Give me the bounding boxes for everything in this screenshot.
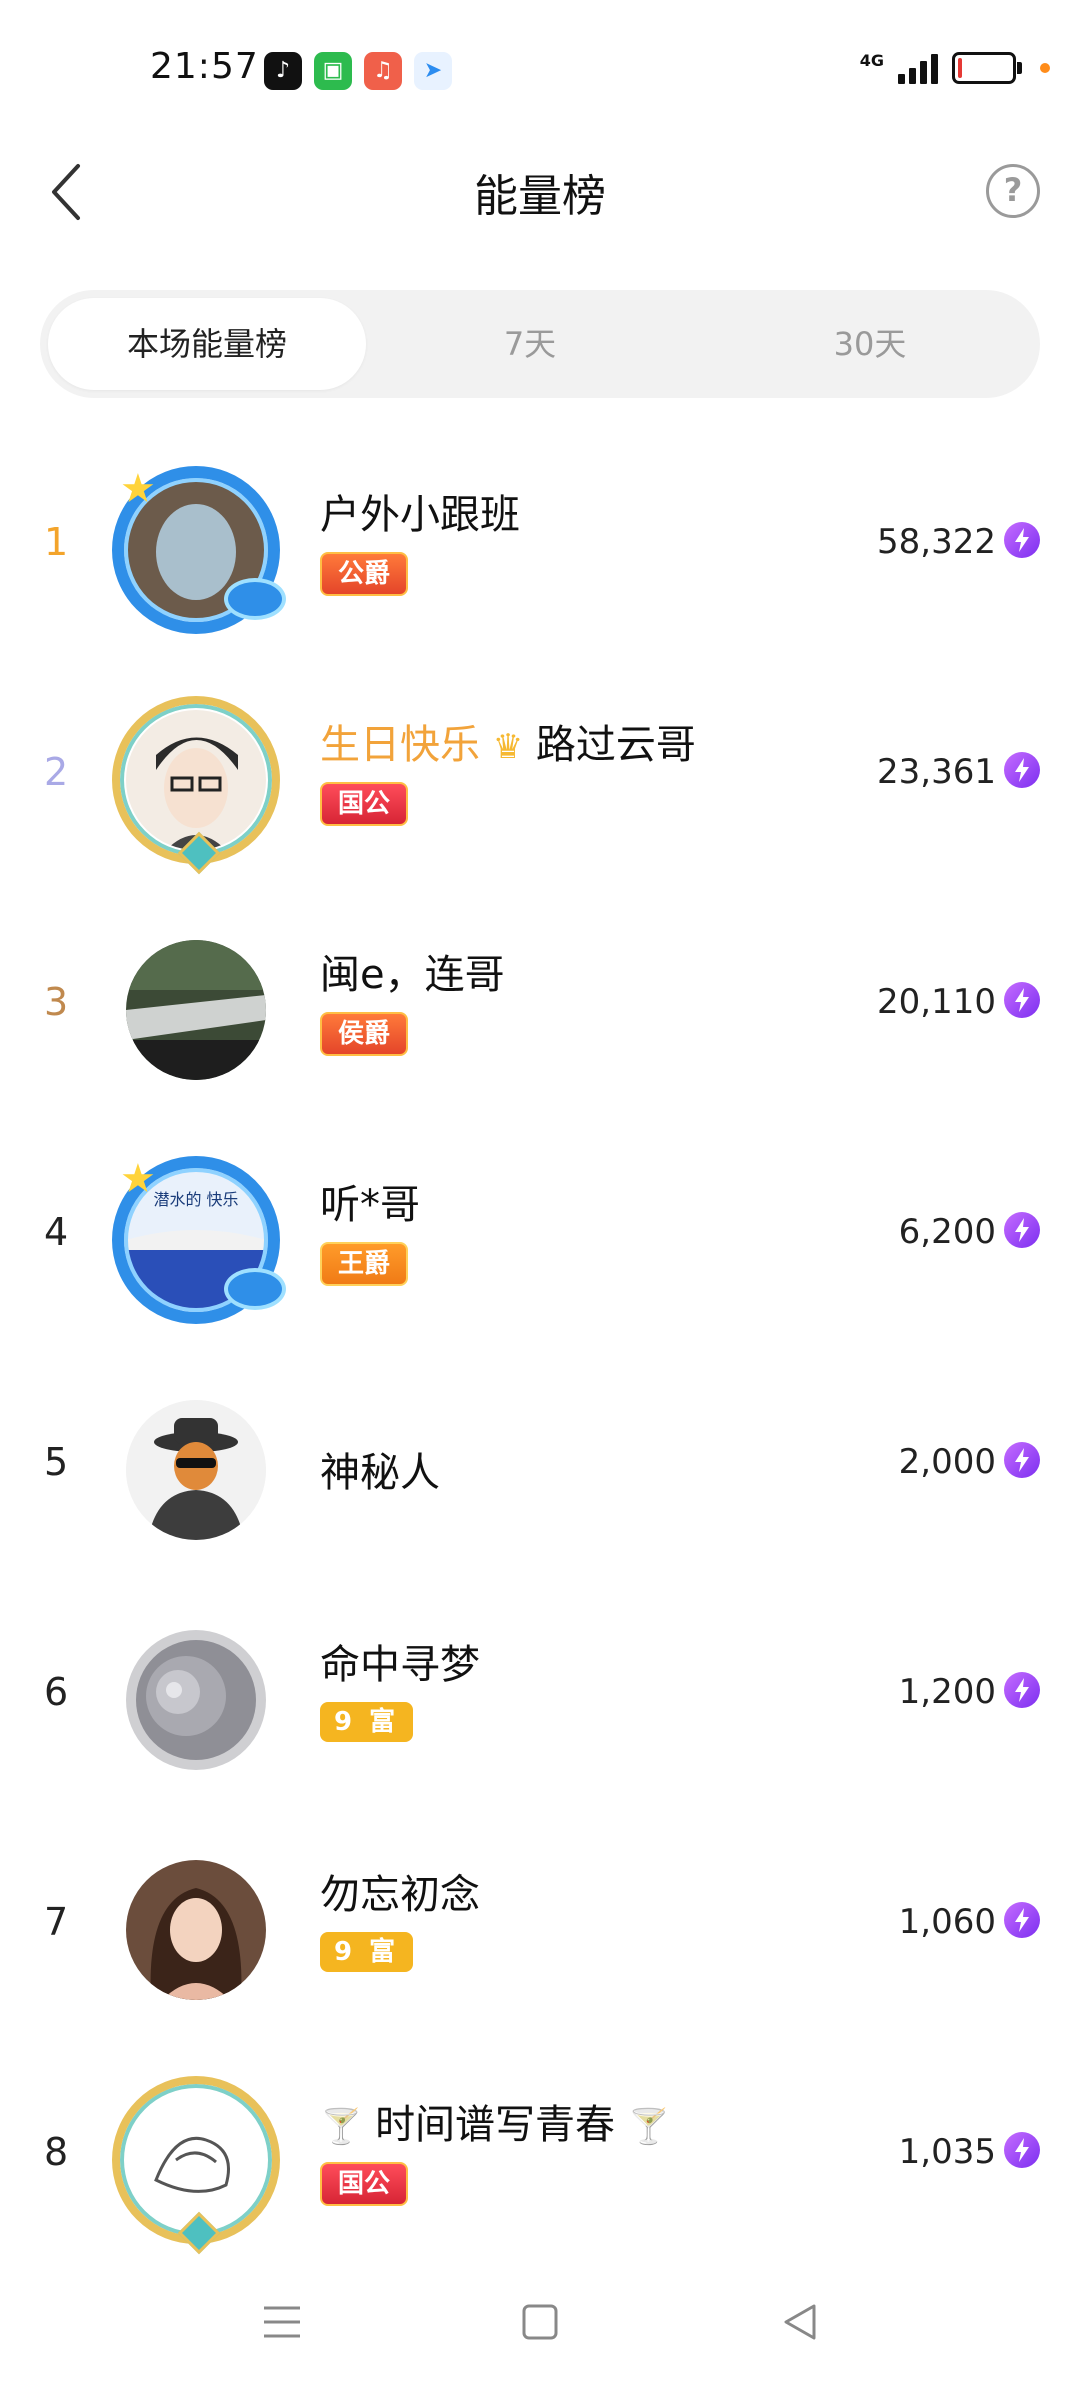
rank-number: 3 (44, 980, 69, 1024)
tiktok-icon: ♪ (264, 52, 302, 90)
rank-number: 7 (44, 1900, 69, 1944)
energy-score: 1,060 (898, 1902, 996, 1942)
lightning-icon (1004, 2132, 1040, 2168)
rank-number: 5 (44, 1440, 69, 1484)
status-indicators: 4G (860, 48, 1050, 88)
lightning-icon (1004, 1442, 1040, 1478)
name-prefix: 生日快乐 (320, 722, 480, 768)
user-name: 户外小跟班 (320, 492, 520, 538)
list-item[interactable]: 3 闽e，连哥 侯爵 20,110 (0, 890, 1080, 1120)
home-square-icon (522, 2304, 558, 2340)
list-item[interactable]: 4 潜水的 快乐 ★ 听*哥 王爵 6,200 (0, 1120, 1080, 1350)
list-item[interactable]: 2 生日快乐 ♛ 路过云哥 国公 23,361 (0, 660, 1080, 890)
avatar[interactable] (112, 696, 280, 875)
lightning-icon (1004, 1902, 1040, 1938)
user-name: 命中寻梦 (320, 1642, 480, 1688)
rank-number: 1 (44, 520, 69, 564)
planet-icon (224, 1268, 286, 1310)
rank-badge: 国公 (320, 782, 409, 826)
list-item[interactable]: 7 勿忘初念 9 富 1,060 (0, 1810, 1080, 2040)
rank-badge: 侯爵 (320, 1012, 409, 1056)
battery-icon (952, 52, 1022, 84)
help-icon: ? (1003, 171, 1023, 209)
notification-dot (1040, 63, 1050, 73)
avatar-image (126, 1630, 266, 1770)
menu-icon (264, 2306, 300, 2338)
lightning-icon (1004, 522, 1040, 558)
status-time: 21:57 (150, 46, 259, 87)
lightning-icon (1004, 982, 1040, 1018)
lightning-icon (1004, 1672, 1040, 1708)
shop-icon: ▣ (314, 52, 352, 90)
star-icon: ★ (120, 466, 156, 512)
system-nav-bar (0, 2250, 1080, 2400)
avatar[interactable] (112, 926, 280, 1094)
user-name: 勿忘初念 (320, 1872, 480, 1918)
energy-score: 58,322 (877, 522, 996, 562)
rank-number: 8 (44, 2130, 69, 2174)
ranking-tabs: 本场能量榜 7天 30天 (40, 290, 1040, 398)
cocktail-icon: 🍸 (320, 2107, 363, 2147)
list-item[interactable]: 6 命中寻梦 9 富 1,200 (0, 1580, 1080, 1810)
list-item[interactable]: 8 🍸 时间谱写青春 🍸 国公 1,035 (0, 2040, 1080, 2270)
rank-number: 6 (44, 1670, 69, 1714)
status-bar: 21:57 ♪ ▣ ♫ ➤ 4G (0, 0, 1080, 140)
planet-icon (224, 578, 286, 620)
music-icon: ♫ (364, 52, 402, 90)
user-name: 神秘人 (320, 1450, 440, 1496)
header: 能量榜 ? (0, 140, 1080, 250)
rank-badge: 公爵 (320, 552, 409, 596)
rank-badge: 国公 (320, 2162, 409, 2206)
signal-icon (898, 52, 938, 84)
tab-current-session[interactable]: 本场能量榜 (48, 298, 366, 390)
energy-score: 2,000 (898, 1442, 996, 1482)
avatar[interactable] (112, 1616, 280, 1784)
plane-icon: ➤ (414, 52, 452, 90)
rank-badge: 王爵 (320, 1242, 409, 1286)
energy-score: 1,035 (898, 2132, 996, 2172)
crown-icon: ♛ (492, 727, 524, 767)
menu-button[interactable] (222, 2250, 342, 2400)
energy-score: 23,361 (877, 752, 996, 792)
avatar[interactable]: 潜水的 快乐 ★ (112, 1156, 286, 1324)
avatar[interactable] (112, 1386, 280, 1554)
user-name: 听*哥 (320, 1182, 420, 1228)
list-item[interactable]: 1 ★ 户外小跟班 公爵 58,322 (0, 430, 1080, 660)
user-name-text: 时间谱写青春 (375, 2102, 616, 2148)
avatar-image (126, 1860, 266, 2000)
energy-score: 20,110 (877, 982, 996, 1022)
user-name: 🍸 时间谱写青春 🍸 (320, 2092, 670, 2150)
lightning-icon (1004, 1212, 1040, 1248)
user-name-text: 路过云哥 (535, 722, 696, 768)
star-icon: ★ (120, 1156, 156, 1202)
back-triangle-icon (784, 2304, 816, 2340)
avatar[interactable] (112, 2076, 280, 2255)
user-name: 生日快乐 ♛ 路过云哥 (320, 712, 696, 770)
energy-score: 1,200 (898, 1672, 996, 1712)
tab-30-days[interactable]: 30天 (740, 298, 1000, 390)
network-type: 4G (859, 50, 884, 70)
lightning-icon (1004, 752, 1040, 788)
rank-number: 2 (44, 750, 69, 794)
rank-number: 4 (44, 1210, 69, 1254)
avatar[interactable] (112, 1846, 280, 2014)
cocktail-icon: 🍸 (627, 2107, 671, 2147)
wealth-badge: 9 富 (320, 1702, 414, 1742)
help-button[interactable]: ? (986, 164, 1040, 218)
page-title: 能量榜 (474, 171, 606, 222)
user-name: 闽e，连哥 (320, 952, 505, 998)
system-back-button[interactable] (740, 2250, 860, 2400)
energy-score: 6,200 (898, 1212, 996, 1252)
avatar-image (126, 940, 266, 1080)
wealth-badge: 9 富 (320, 1932, 414, 1972)
tab-7-days[interactable]: 7天 (400, 298, 660, 390)
home-button[interactable] (480, 2250, 600, 2400)
mystery-person-icon (126, 1400, 266, 1540)
avatar[interactable]: ★ (112, 466, 286, 634)
list-item[interactable]: 5 神秘人 2,000 (0, 1350, 1080, 1580)
